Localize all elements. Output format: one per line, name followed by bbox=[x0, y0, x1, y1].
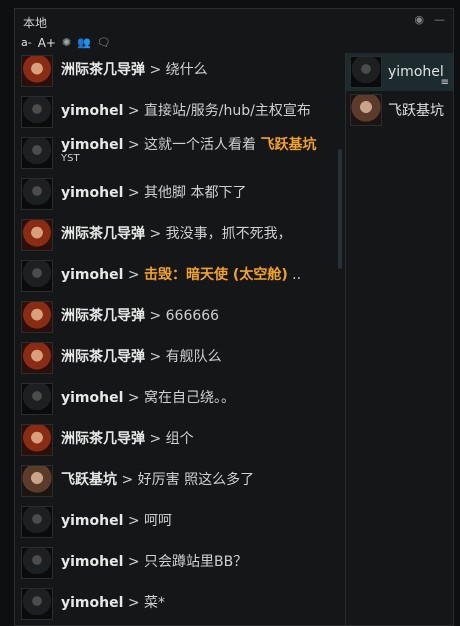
message-separator: > bbox=[127, 513, 140, 529]
message-separator: > bbox=[149, 431, 162, 447]
message-body: 其他脚 本都下了 bbox=[144, 185, 247, 201]
message-separator: > bbox=[149, 226, 162, 242]
message-separator: > bbox=[127, 267, 140, 283]
chat-message: yimohel > 击毁：暗天使 (太空舱) .. bbox=[15, 258, 345, 299]
message-sender[interactable]: yimohel bbox=[61, 103, 123, 119]
message-sender[interactable]: 洲际茶几导弹 bbox=[61, 62, 145, 78]
message-separator: > bbox=[127, 595, 140, 611]
settings-icon[interactable]: ◉ bbox=[414, 13, 424, 27]
message-body: 这就一个活人看着 bbox=[144, 137, 261, 153]
message-sender[interactable]: yimohel bbox=[61, 267, 123, 283]
message-sender[interactable]: yimohel bbox=[61, 595, 123, 611]
chat-message: 洲际茶几导弹 > 我没事，抓不死我， bbox=[15, 217, 345, 258]
chat-toolbar: a- A+ ✺ 👥 🗨 bbox=[21, 35, 111, 51]
chat-message: yimohel > 只会蹲站里BB？ bbox=[15, 545, 345, 586]
bald-avatar[interactable] bbox=[21, 506, 53, 538]
bald-avatar[interactable] bbox=[21, 178, 53, 210]
bald-avatar bbox=[350, 56, 382, 88]
bald-avatar[interactable] bbox=[21, 547, 53, 579]
message-separator: > bbox=[127, 554, 140, 570]
chat-message: yimohel > 窝在自己绕。。 bbox=[15, 381, 345, 422]
redhead-avatar[interactable] bbox=[21, 55, 53, 87]
message-sender[interactable]: 洲际茶几导弹 bbox=[61, 431, 145, 447]
info-icon[interactable]: ≡ bbox=[441, 77, 449, 88]
bald-avatar[interactable] bbox=[21, 383, 53, 415]
chat-message: yimohel > 这就一个活人看着 飞跃基坑 YST bbox=[15, 135, 345, 176]
message-body: 窝在自己绕。。 bbox=[144, 390, 236, 406]
message-body: 有舰队么 bbox=[165, 349, 222, 365]
bald-avatar[interactable] bbox=[21, 588, 53, 620]
message-separator: > bbox=[149, 308, 162, 324]
font-increase-button[interactable]: A+ bbox=[38, 36, 56, 50]
message-separator: > bbox=[121, 472, 134, 488]
redhead-avatar[interactable] bbox=[21, 301, 53, 333]
message-body: 直接站/服务/hub/主权宣布 bbox=[144, 103, 311, 119]
chat-message: 洲际茶几导弹 > 绕什么 bbox=[15, 53, 345, 94]
message-body: 组个 bbox=[165, 431, 194, 447]
font-decrease-button[interactable]: a- bbox=[21, 36, 32, 50]
message-body: 绕什么 bbox=[165, 62, 208, 78]
chat-message: yimohel > 直接站/服务/hub/主权宣布 bbox=[15, 94, 345, 135]
member-name: yimohel bbox=[388, 64, 444, 80]
window-title: 本地 bbox=[23, 16, 48, 30]
message-sender[interactable]: yimohel bbox=[61, 185, 123, 201]
beard-avatar bbox=[350, 94, 382, 126]
message-sender[interactable]: yimohel bbox=[61, 513, 123, 529]
chat-message: 洲际茶几导弹 > 组个 bbox=[15, 422, 345, 463]
chat-scrollbar[interactable] bbox=[338, 149, 342, 269]
message-separator: > bbox=[127, 103, 140, 119]
redhead-avatar[interactable] bbox=[21, 342, 53, 374]
message-sender[interactable]: 飞跃基坑 bbox=[61, 472, 117, 488]
message-separator: > bbox=[127, 390, 140, 406]
message-sender[interactable]: 洲际茶几导弹 bbox=[61, 308, 145, 324]
chat-message: yimohel > 呵呵 bbox=[15, 504, 345, 545]
member-item[interactable]: yimohel ≡ bbox=[346, 53, 453, 91]
member-item[interactable]: 飞跃基坑 bbox=[346, 91, 453, 129]
member-list[interactable]: yimohel ≡ 飞跃基坑 bbox=[346, 53, 453, 625]
chat-messages[interactable]: 洲际茶几导弹 > 绕什么 yimohel > 直接站/服务/hub/主权宣布 y… bbox=[15, 53, 346, 625]
message-sender[interactable]: yimohel bbox=[61, 390, 123, 406]
bald-avatar[interactable] bbox=[21, 96, 53, 128]
window-titlebar[interactable]: 本地 ◉ — bbox=[15, 9, 453, 33]
chat-message: 洲际茶几导弹 > 666666 bbox=[15, 299, 345, 340]
bald-avatar[interactable] bbox=[21, 260, 53, 292]
bald-avatar[interactable] bbox=[21, 137, 53, 169]
chat-message: yimohel > 其他脚 本都下了 bbox=[15, 176, 345, 217]
minimize-icon[interactable]: — bbox=[434, 13, 445, 27]
message-subline: YST bbox=[61, 153, 80, 164]
chat-message: yimohel > 菜* bbox=[15, 586, 345, 625]
message-suffix: .. bbox=[292, 267, 302, 283]
message-separator: > bbox=[149, 349, 162, 365]
message-body: 只会蹲站里BB？ bbox=[144, 554, 248, 570]
local-chat-window: 本地 ◉ — a- A+ ✺ 👥 🗨 洲际茶几导弹 > 绕什么 yimohel … bbox=[14, 8, 454, 626]
message-sender[interactable]: 洲际茶几导弹 bbox=[61, 226, 145, 242]
chat-message: 洲际茶几导弹 > 有舰队么 bbox=[15, 340, 345, 381]
message-sender[interactable]: yimohel bbox=[61, 137, 123, 153]
chat-bubble-icon[interactable]: 🗨 bbox=[97, 36, 111, 50]
message-body: 我没事，抓不死我， bbox=[165, 226, 292, 242]
message-separator: > bbox=[127, 137, 140, 153]
gear-icon[interactable]: ✺ bbox=[62, 36, 71, 50]
message-separator: > bbox=[127, 185, 140, 201]
message-body: 好厉害 照这么多了 bbox=[137, 472, 255, 488]
kill-report-link[interactable]: 击毁：暗天使 (太空舱) bbox=[144, 267, 288, 283]
message-separator: > bbox=[149, 62, 162, 78]
message-body: 666666 bbox=[165, 308, 220, 324]
player-link[interactable]: 飞跃基坑 bbox=[261, 137, 317, 153]
message-sender[interactable]: 洲际茶几导弹 bbox=[61, 349, 145, 365]
message-sender[interactable]: yimohel bbox=[61, 554, 123, 570]
redhead-avatar[interactable] bbox=[21, 219, 53, 251]
message-body: 呵呵 bbox=[144, 513, 173, 529]
chat-message: 飞跃基坑 > 好厉害 照这么多了 bbox=[15, 463, 345, 504]
titlebar-buttons: ◉ — bbox=[414, 13, 445, 27]
member-name: 飞跃基坑 bbox=[388, 103, 444, 119]
message-body: 菜* bbox=[144, 595, 166, 611]
beard-avatar[interactable] bbox=[21, 465, 53, 497]
people-icon[interactable]: 👥 bbox=[77, 36, 91, 50]
redhead-avatar[interactable] bbox=[21, 424, 53, 456]
